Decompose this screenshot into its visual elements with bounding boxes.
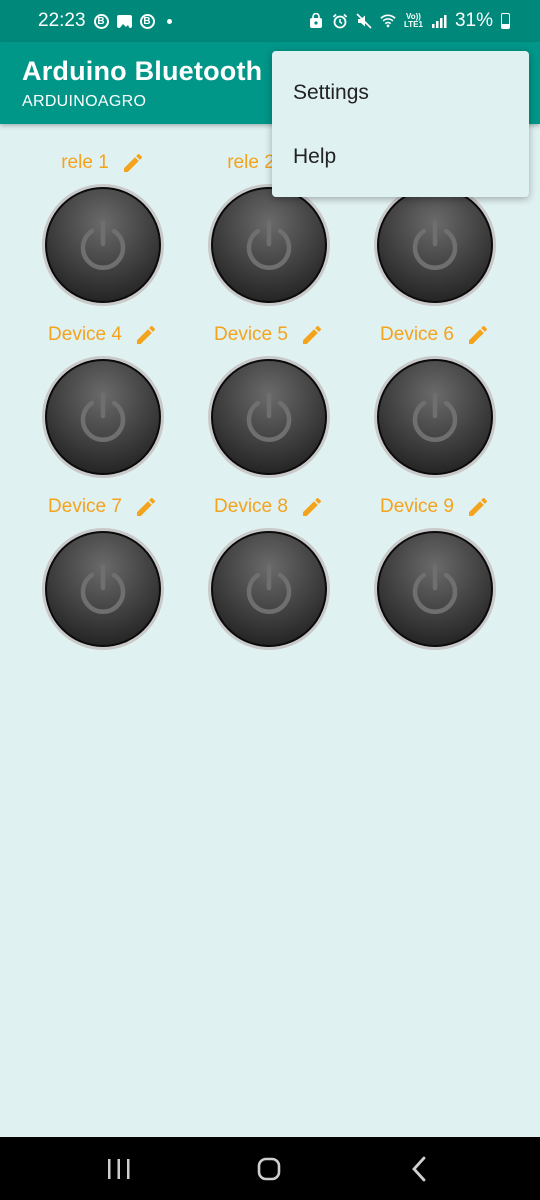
edit-pencil-icon[interactable] bbox=[300, 323, 324, 347]
device-label-row: Device 5 bbox=[214, 320, 324, 350]
power-button-face bbox=[377, 531, 493, 647]
menu-item-help[interactable]: Help bbox=[272, 145, 529, 209]
battery-fill bbox=[502, 23, 509, 28]
device-label: Device 5 bbox=[214, 324, 288, 345]
device-cell: Device 4 bbox=[20, 320, 186, 478]
device-cell: Device 8 bbox=[186, 492, 352, 650]
power-button[interactable] bbox=[374, 356, 496, 478]
power-button-face bbox=[45, 531, 161, 647]
power-button[interactable] bbox=[208, 528, 330, 650]
alarm-icon bbox=[332, 13, 348, 29]
device-label: Device 8 bbox=[214, 496, 288, 517]
device-cell: Device 7 bbox=[20, 492, 186, 650]
screen: 22:23 B B Vo)) LTE1 31% Arduino Bluetoot… bbox=[0, 0, 540, 1200]
recent-apps-icon[interactable] bbox=[105, 1156, 133, 1182]
power-button[interactable] bbox=[42, 528, 164, 650]
device-cell: Device 6 bbox=[352, 320, 518, 478]
device-cell: Device 9 bbox=[352, 492, 518, 650]
device-label-row: Device 9 bbox=[380, 492, 490, 522]
edit-pencil-icon[interactable] bbox=[134, 495, 158, 519]
power-button-face bbox=[377, 359, 493, 475]
device-cell: rele 1 bbox=[20, 148, 186, 306]
power-button[interactable] bbox=[42, 356, 164, 478]
edit-pencil-icon[interactable] bbox=[134, 323, 158, 347]
home-icon[interactable] bbox=[255, 1156, 283, 1182]
b-circle-icon: B bbox=[93, 13, 109, 29]
power-icon bbox=[75, 561, 131, 617]
device-label-row: rele 1 bbox=[61, 148, 145, 178]
volte-icon: Vo)) LTE1 bbox=[404, 13, 423, 29]
b-circle-icon: B bbox=[139, 13, 155, 29]
device-label-row: Device 6 bbox=[380, 320, 490, 350]
signal-icon bbox=[431, 15, 447, 28]
dot-icon bbox=[166, 18, 172, 24]
edit-pencil-icon[interactable] bbox=[300, 495, 324, 519]
device-label: rele 2 bbox=[227, 152, 275, 173]
power-button-face bbox=[45, 359, 161, 475]
edit-pencil-icon[interactable] bbox=[121, 151, 145, 175]
power-button-face bbox=[211, 531, 327, 647]
power-icon bbox=[407, 561, 463, 617]
status-bar: 22:23 B B Vo)) LTE1 31% bbox=[0, 0, 540, 42]
power-button[interactable] bbox=[42, 184, 164, 306]
device-label-row: Device 8 bbox=[214, 492, 324, 522]
power-icon bbox=[75, 389, 131, 445]
device-label: Device 4 bbox=[48, 324, 122, 345]
battery-percent: 31% bbox=[454, 10, 493, 31]
power-icon bbox=[241, 217, 297, 273]
device-label: rele 1 bbox=[61, 152, 109, 173]
power-icon bbox=[241, 561, 297, 617]
power-button[interactable] bbox=[374, 528, 496, 650]
power-button-face bbox=[45, 187, 161, 303]
power-icon bbox=[407, 217, 463, 273]
menu-item-settings[interactable]: Settings bbox=[272, 81, 529, 145]
device-label: Device 7 bbox=[48, 496, 122, 517]
edit-pencil-icon[interactable] bbox=[466, 495, 490, 519]
device-label-row: Device 4 bbox=[48, 320, 158, 350]
power-icon bbox=[407, 389, 463, 445]
device-label: Device 6 bbox=[380, 324, 454, 345]
navigation-bar bbox=[0, 1137, 540, 1200]
power-icon bbox=[75, 217, 131, 273]
power-icon bbox=[241, 389, 297, 445]
power-button[interactable] bbox=[208, 356, 330, 478]
back-icon[interactable] bbox=[406, 1156, 434, 1182]
edit-pencil-icon[interactable] bbox=[466, 323, 490, 347]
power-button-face bbox=[211, 359, 327, 475]
wifi-icon bbox=[380, 14, 396, 28]
device-grid: rele 1 rele 2 Device 4 Device 5 Device 6 Devi… bbox=[20, 148, 520, 650]
overflow-menu: Settings Help bbox=[272, 51, 529, 197]
status-time: 22:23 bbox=[38, 10, 86, 31]
device-label: Device 9 bbox=[380, 496, 454, 517]
secure-folder-icon bbox=[310, 13, 322, 28]
battery-icon bbox=[501, 13, 510, 29]
volte-bottom-text: LTE1 bbox=[404, 20, 423, 29]
image-icon bbox=[116, 14, 132, 29]
device-cell: Device 5 bbox=[186, 320, 352, 478]
device-label-row: Device 7 bbox=[48, 492, 158, 522]
mute-icon bbox=[356, 13, 372, 29]
